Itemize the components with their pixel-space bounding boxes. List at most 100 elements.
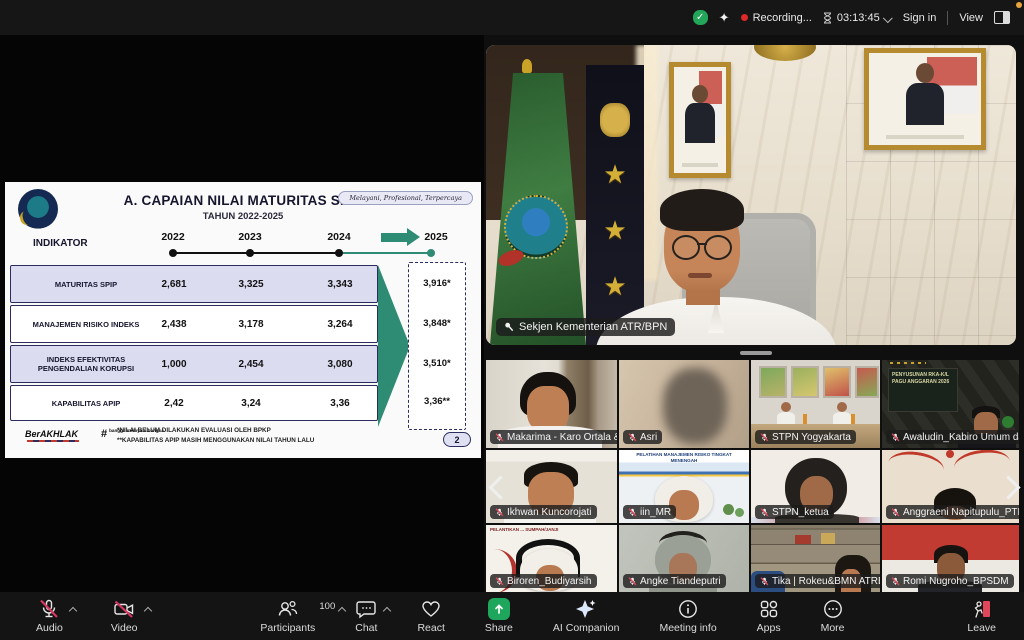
chat-label: Chat — [355, 622, 377, 634]
audio-button[interactable]: Audio — [32, 598, 67, 634]
participant-tile[interactable]: Makarima - Karo Ortala & MR — [486, 360, 617, 448]
pennant-emblem — [600, 103, 630, 137]
participant-name: STPN Yogyakarta — [772, 432, 851, 443]
participant-tile[interactable]: Tika | Rokeu&BMN ATRBPN — [751, 525, 880, 592]
participant-name-tag: iin_MR — [623, 505, 676, 519]
participant-name-tag: Asri — [623, 430, 662, 444]
participant-name: Anggraeni Napitupulu_PTPP — [903, 507, 1019, 518]
participant-name: Asri — [640, 432, 657, 443]
share-label: Share — [485, 622, 513, 634]
participant-name: Angke Tiandeputri — [640, 576, 721, 587]
cell-value: 3,36 — [305, 386, 375, 420]
more-button[interactable]: More — [817, 598, 849, 634]
participant-tile[interactable]: PELATIHAN MANAJEMEN RISIKO TINGKAT MENEN… — [619, 450, 749, 523]
speaker-glasses — [670, 235, 734, 257]
cell-value: 2,438 — [139, 306, 209, 342]
year-2023: 2023 — [220, 231, 280, 243]
participant-name: Awaludin_Kabiro Umum da... — [903, 432, 1019, 443]
participant-name-tag: Anggraeni Napitupulu_PTPP — [886, 505, 1019, 519]
participants-options-chevron[interactable] — [338, 607, 346, 615]
view-button[interactable]: View — [959, 12, 983, 24]
meeting-timer[interactable]: 03:13:45 — [823, 12, 892, 24]
participant-name-tag: Biroren_Budiyarsih — [490, 574, 597, 588]
share-icon — [488, 598, 510, 620]
target-2025-box: 3,916* 3,848* 3,510* 3,36** — [408, 262, 466, 430]
info-icon — [677, 598, 699, 620]
apps-button[interactable]: Apps — [753, 598, 785, 634]
cell-value-2025: 3,36** — [409, 396, 465, 407]
leave-button[interactable]: Leave — [963, 598, 1000, 634]
apps-label: Apps — [757, 622, 781, 634]
participant-name: STPN_ketua — [772, 507, 829, 518]
timeline-dot-2025 — [427, 249, 435, 257]
meeting-info-button[interactable]: Meeting info — [655, 598, 720, 634]
cell-value-2025: 3,916* — [409, 278, 465, 289]
speaker-name-tag: Sekjen Kementerian ATR/BPN — [496, 318, 675, 336]
cell-value: 2,454 — [216, 346, 286, 382]
participant-tile[interactable]: STPN Yogyakarta — [751, 360, 880, 448]
chat-options-chevron[interactable] — [383, 607, 391, 615]
muted-mic-icon — [891, 507, 900, 518]
panel-resize-handle[interactable] — [740, 351, 772, 355]
big-green-arrow — [378, 265, 410, 427]
participant-tile[interactable]: STPN_ketua — [751, 450, 880, 523]
presentation-slide: A. CAPAIAN NILAI MATURITAS SPIP TAHUN 20… — [5, 182, 481, 458]
participants-button[interactable]: Participants 100 — [256, 598, 319, 634]
screen-share-region[interactable]: A. CAPAIAN NILAI MATURITAS SPIP TAHUN 20… — [0, 35, 484, 592]
slide-footnotes: *NILAI BELUM DILAKUKAN EVALUASI OLEH BPK… — [117, 426, 314, 446]
video-button[interactable]: Video — [107, 598, 142, 634]
timeline-dot — [169, 249, 177, 257]
participant-name-tag: Ikhwan Kuncorojati — [490, 505, 597, 519]
slide-subtitle: TAHUN 2022-2025 — [5, 211, 481, 222]
muted-mic-icon — [628, 576, 637, 587]
participants-label: Participants — [260, 622, 315, 634]
more-label: More — [821, 622, 845, 634]
participant-name-tag: Awaludin_Kabiro Umum da... — [886, 430, 1019, 444]
year-2022: 2022 — [143, 231, 203, 243]
audio-options-chevron[interactable] — [69, 607, 77, 615]
timeline-dot — [335, 249, 343, 257]
view-layout-icon[interactable] — [994, 11, 1010, 24]
ai-companion-icon — [574, 598, 598, 620]
table-row: KAPABILITAS APIP 2,42 3,24 3,36 — [10, 385, 378, 421]
participant-name: Makarima - Karo Ortala & MR — [507, 432, 617, 443]
react-label: React — [417, 622, 444, 634]
shared-screen-text: PENYUSUNAN RKA-K/L PAGU ANGGARAN 2026 — [892, 372, 954, 385]
apps-icon — [758, 598, 780, 620]
muted-mic-icon — [760, 576, 769, 587]
ai-companion-label: AI Companion — [553, 622, 620, 634]
cell-value: 3,325 — [216, 266, 286, 302]
chat-button[interactable]: Chat — [351, 598, 381, 634]
participant-name-tag: Romi Nugroho_BPSDM — [886, 574, 1014, 588]
recording-indicator[interactable]: Recording... — [741, 12, 812, 24]
participant-name: iin_MR — [640, 507, 671, 518]
main-speaker-video[interactable]: ★ ★ ★ ★ Sekjen Kementerian ATR/BPN — [486, 45, 1016, 345]
cell-value: 2,42 — [139, 386, 209, 420]
participant-tile[interactable]: Romi Nugroho_BPSDM — [882, 525, 1019, 592]
participant-name-tag: Angke Tiandeputri — [623, 574, 726, 588]
cell-value: 3,178 — [216, 306, 286, 342]
participant-tile[interactable]: Asri — [619, 360, 749, 448]
timeline-dot — [246, 249, 254, 257]
cell-value: 3,343 — [305, 266, 375, 302]
security-shield-icon[interactable]: ✓ — [693, 10, 708, 25]
ai-sparkle-icon[interactable]: ✦ — [719, 10, 730, 26]
sign-in-button[interactable]: Sign in — [903, 12, 937, 24]
banner-text: PELANTIKAN ... SUMPAH/JANJI — [490, 527, 610, 532]
video-options-chevron[interactable] — [143, 607, 151, 615]
participant-tile[interactable]: PENYUSUNAN RKA-K/L PAGU ANGGARAN 2026 Aw… — [882, 360, 1019, 448]
share-button[interactable]: Share — [481, 598, 517, 634]
hourglass-icon — [823, 12, 832, 24]
react-button[interactable]: React — [413, 598, 448, 634]
year-2024: 2024 — [309, 231, 369, 243]
participant-tile[interactable]: Angke Tiandeputri — [619, 525, 749, 592]
flagpole-tip — [522, 59, 532, 73]
speaker-mouth — [688, 273, 712, 278]
participant-tile[interactable]: PELANTIKAN ... SUMPAH/JANJI Biroren_Budi… — [486, 525, 617, 592]
cell-value: 3,080 — [305, 346, 375, 382]
ai-companion-button[interactable]: AI Companion — [549, 598, 624, 634]
meeting-time: 03:13:45 — [837, 12, 880, 24]
muted-mic-icon — [891, 576, 900, 587]
footnote-2: **KAPABILITAS APIP MASIH MENGGUNAKAN NIL… — [117, 436, 314, 446]
participant-name: Tika | Rokeu&BMN ATRBPN — [772, 576, 880, 587]
